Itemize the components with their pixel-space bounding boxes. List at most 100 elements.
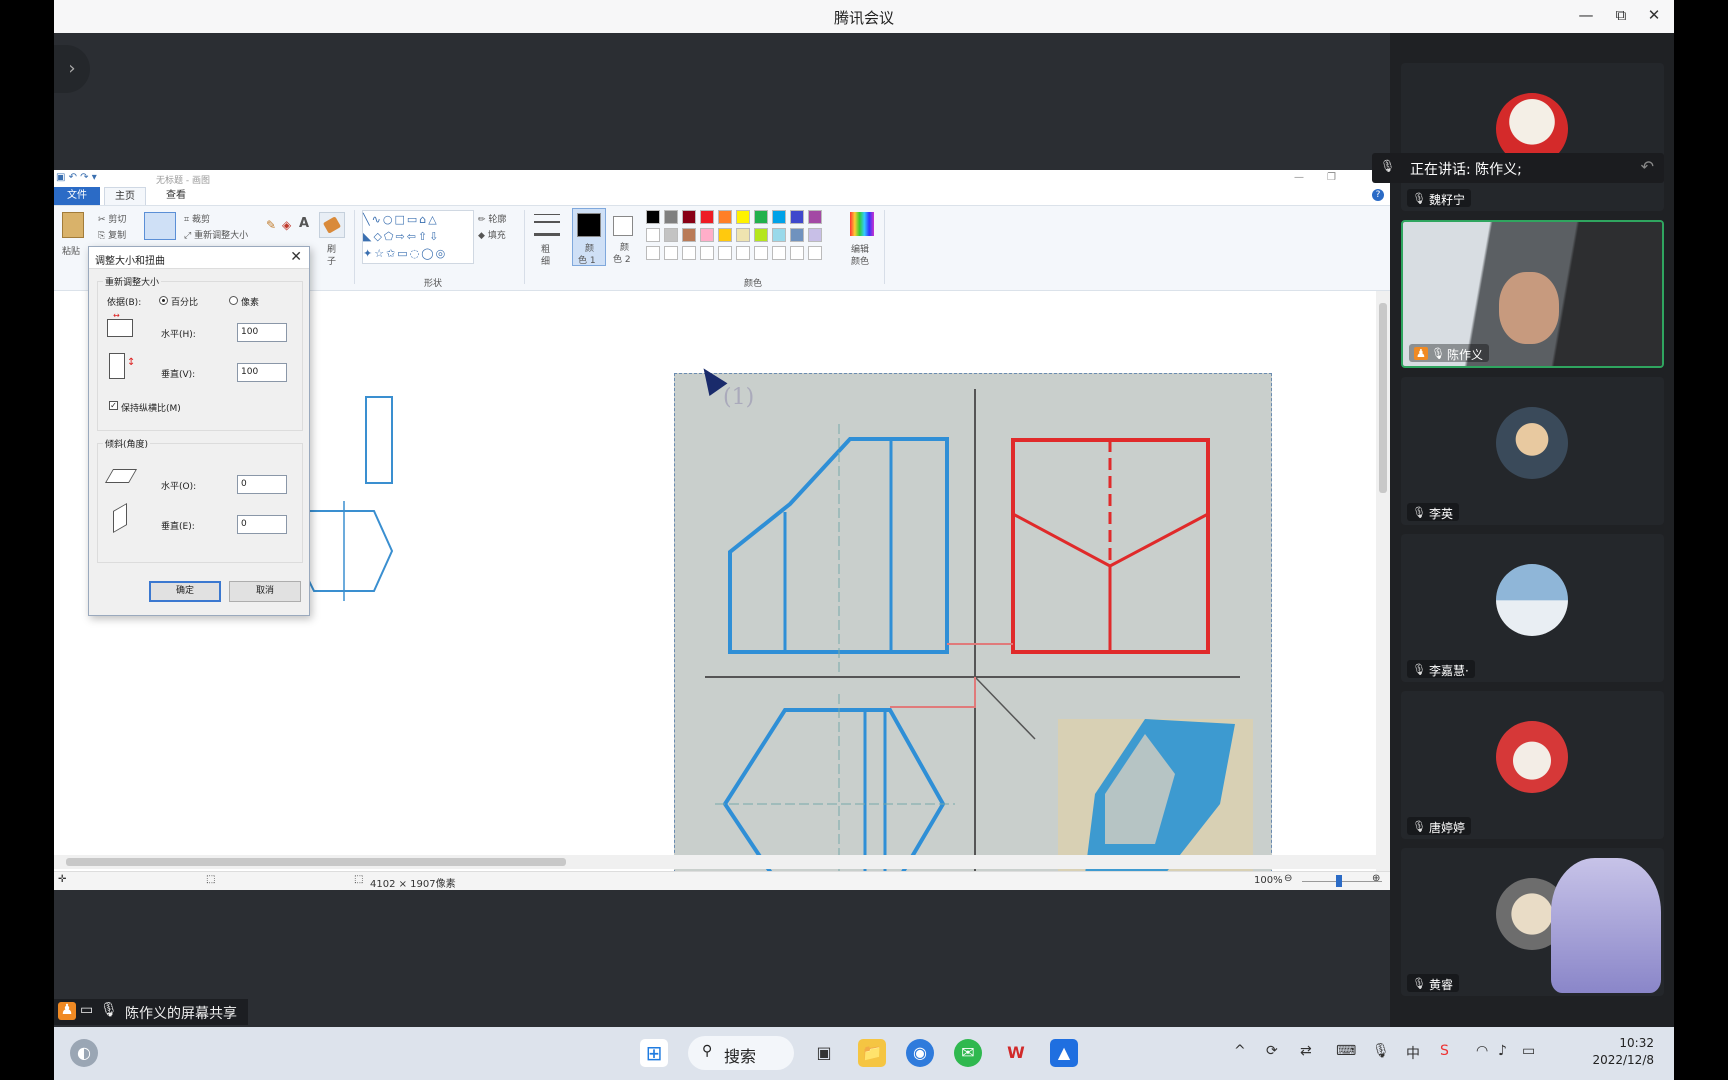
palette-swatch-empty[interactable]: [754, 246, 768, 260]
vertical-resize-input[interactable]: 100: [237, 363, 287, 382]
palette-swatch[interactable]: [754, 210, 768, 224]
wifi-icon[interactable]: ◠: [1476, 1043, 1488, 1059]
keyboard-icon[interactable]: ⌨: [1336, 1043, 1356, 1059]
tab-view[interactable]: 查看: [156, 187, 196, 205]
pixel-radio[interactable]: [229, 296, 238, 305]
expand-panel-button[interactable]: ›: [54, 45, 90, 93]
skew-vertical-input[interactable]: 0: [237, 515, 287, 534]
participant-tile[interactable]: 🎙 魏籽宁: [1401, 63, 1664, 211]
vertical-scrollbar[interactable]: [1376, 291, 1390, 871]
color2-button[interactable]: 颜 色 2: [608, 208, 642, 266]
palette-swatch-empty[interactable]: [664, 246, 678, 260]
taskbar-clock[interactable]: 10:32 2022/12/8: [1592, 1035, 1654, 1069]
quick-access-save-icon[interactable]: ▣ ↶ ↷ ▾: [56, 172, 97, 183]
palette-swatch[interactable]: [664, 228, 678, 242]
palette-swatch[interactable]: [772, 210, 786, 224]
ok-button[interactable]: 确定: [149, 581, 221, 602]
cancel-button[interactable]: 取消: [229, 581, 301, 602]
palette-swatch-empty[interactable]: [718, 246, 732, 260]
crop-button[interactable]: ⌗ 裁剪: [184, 212, 210, 225]
horizontal-scroll-thumb[interactable]: [66, 858, 566, 866]
task-view-icon[interactable]: ▣: [810, 1039, 838, 1067]
palette-swatch[interactable]: [718, 228, 732, 242]
tab-home[interactable]: 主页: [104, 187, 146, 205]
start-windows-icon[interactable]: ⊞: [640, 1039, 668, 1067]
palette-swatch-empty[interactable]: [790, 246, 804, 260]
zoom-slider-thumb[interactable]: [1336, 875, 1342, 887]
outline-button[interactable]: ✏ 轮廓: [478, 212, 506, 225]
paint-minimize-icon[interactable]: —: [1294, 172, 1304, 183]
percent-radio[interactable]: [159, 296, 168, 305]
horizontal-scrollbar[interactable]: [54, 855, 1376, 869]
widgets-icon[interactable]: ◐: [70, 1039, 98, 1067]
transfer-icon[interactable]: ⇄: [1300, 1043, 1312, 1059]
palette-swatch[interactable]: [736, 228, 750, 242]
vertical-scroll-thumb[interactable]: [1379, 303, 1387, 493]
ime-indicator[interactable]: 中: [1406, 1043, 1420, 1063]
size-icon[interactable]: [534, 214, 560, 236]
dialog-close-button[interactable]: ✕: [290, 249, 302, 265]
participant-tile[interactable]: 🎙 李英: [1401, 377, 1664, 525]
palette-swatch[interactable]: [646, 228, 660, 242]
palette-swatch[interactable]: [790, 210, 804, 224]
palette-swatch-empty[interactable]: [808, 246, 822, 260]
palette-swatch[interactable]: [682, 210, 696, 224]
brush-icon[interactable]: [319, 212, 345, 238]
palette-swatch[interactable]: [808, 210, 822, 224]
palette-swatch[interactable]: [754, 228, 768, 242]
palette-swatch-empty[interactable]: [646, 246, 660, 260]
taskbar-search[interactable]: ⚲ 搜索: [688, 1036, 794, 1070]
select-tool-icon[interactable]: [144, 212, 176, 240]
tray-expand-icon[interactable]: ^: [1234, 1043, 1246, 1059]
palette-swatch[interactable]: [772, 228, 786, 242]
tencent-meeting-icon[interactable]: ▲: [1050, 1039, 1078, 1067]
pencil-icon[interactable]: ✎: [266, 218, 276, 232]
paint-restore-icon[interactable]: ❐: [1327, 172, 1336, 183]
battery-icon[interactable]: ▭: [1522, 1043, 1535, 1059]
wechat-icon[interactable]: ✉: [954, 1039, 982, 1067]
zoom-slider[interactable]: [1302, 881, 1382, 882]
file-explorer-icon[interactable]: 📁: [858, 1039, 886, 1067]
participant-tile[interactable]: 🎙 黄睿: [1401, 848, 1664, 996]
sync-icon[interactable]: ⟳: [1266, 1043, 1278, 1059]
keep-ratio-checkbox[interactable]: ✓: [109, 401, 118, 410]
resize-button[interactable]: ⤢ 重新调整大小: [184, 228, 248, 241]
fill-button[interactable]: ◆ 填充: [478, 228, 506, 241]
paste-icon[interactable]: [62, 212, 84, 238]
close-button[interactable]: ✕: [1642, 6, 1666, 24]
minimize-button[interactable]: —: [1574, 6, 1598, 24]
reply-icon[interactable]: ↶: [1641, 157, 1654, 176]
tab-file[interactable]: 文件: [54, 187, 100, 205]
palette-swatch[interactable]: [646, 210, 660, 224]
palette-swatch-empty[interactable]: [772, 246, 786, 260]
shapes-gallery[interactable]: ╲∿○□▭⌂△ ◣◇⬠⇨⇦⇧⇩ ✦☆✩▭◌◯◎: [362, 210, 474, 264]
edit-colors-icon[interactable]: [850, 212, 874, 236]
zoom-out-icon[interactable]: ⊖: [1284, 873, 1292, 884]
palette-swatch[interactable]: [682, 228, 696, 242]
palette-swatch-empty[interactable]: [736, 246, 750, 260]
palette-swatch[interactable]: [664, 210, 678, 224]
palette-swatch[interactable]: [790, 228, 804, 242]
participant-tile-active[interactable]: ♟ 🎙 陈作义: [1401, 220, 1664, 368]
participant-tile[interactable]: 🎙 唐婷婷: [1401, 691, 1664, 839]
zoom-in-icon[interactable]: ⊕: [1372, 873, 1380, 884]
color-palette[interactable]: [646, 210, 836, 266]
horizontal-resize-input[interactable]: 100: [237, 323, 287, 342]
text-tool-icon[interactable]: A: [299, 216, 309, 231]
volume-icon[interactable]: ♪: [1498, 1043, 1507, 1059]
fill-icon[interactable]: ◈: [282, 218, 291, 232]
skew-horizontal-input[interactable]: 0: [237, 475, 287, 494]
restore-button[interactable]: ⧉: [1609, 6, 1633, 24]
participant-tile[interactable]: 🎙 李嘉慧·: [1401, 534, 1664, 682]
tray-mic-icon[interactable]: 🎙: [1372, 1043, 1390, 1059]
sogou-icon[interactable]: S: [1440, 1043, 1449, 1059]
scanned-drawing-image[interactable]: (1): [674, 373, 1272, 873]
palette-swatch[interactable]: [718, 210, 732, 224]
copy-button[interactable]: ⎘ 复制: [98, 228, 126, 241]
palette-swatch[interactable]: [736, 210, 750, 224]
help-icon[interactable]: ?: [1372, 189, 1384, 201]
wps-icon[interactable]: W: [1002, 1039, 1030, 1067]
palette-swatch-empty[interactable]: [700, 246, 714, 260]
browser-icon[interactable]: ◉: [906, 1039, 934, 1067]
palette-swatch[interactable]: [700, 228, 714, 242]
